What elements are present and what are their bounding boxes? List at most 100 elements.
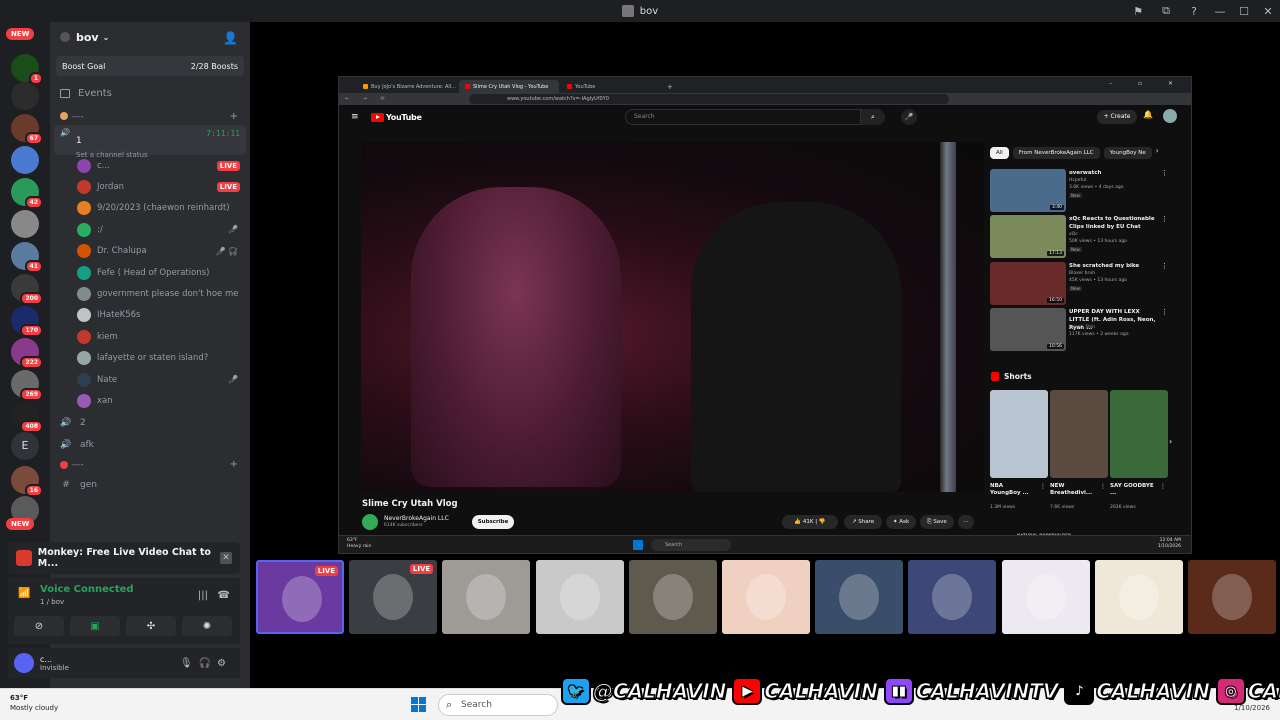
voice-member[interactable]: Nate 🎤̸	[50, 369, 250, 390]
category-header[interactable]: ---- +	[50, 107, 250, 125]
taskbar-search[interactable]: Search	[438, 694, 558, 716]
participant-tile[interactable]	[1001, 560, 1090, 634]
mic-icon[interactable]: 🎙	[180, 658, 199, 669]
more-icon[interactable]: ⋮	[1160, 483, 1166, 490]
voice-member[interactable]: government please don't hoe me	[50, 283, 250, 304]
chip-channel[interactable]: From NeverBrokeAgain LLC	[1012, 147, 1100, 159]
participant-tile[interactable]	[815, 560, 904, 634]
chip-all[interactable]: All	[990, 147, 1009, 159]
voice-member[interactable]: kiem	[50, 326, 250, 347]
voice-member[interactable]: xan	[50, 390, 250, 411]
new-tab-icon[interactable]: +	[667, 83, 673, 91]
voice-member[interactable]: Dr. Chalupa 🎤̸ 🎧̸	[50, 241, 250, 262]
short-thumbnail[interactable]	[1110, 390, 1168, 478]
voice-member[interactable]: lafayette or staten island?	[50, 348, 250, 369]
add-channel-icon[interactable]: +	[230, 111, 238, 122]
screenshare-button[interactable]: ▣	[70, 616, 120, 636]
recommended-video[interactable]: 17:13 xQc Reacts to Questionable Clips li…	[990, 215, 1170, 259]
start-button[interactable]	[411, 697, 426, 712]
more-icon[interactable]: ⋮	[1161, 308, 1168, 316]
headphones-icon[interactable]: 🎧	[199, 658, 217, 669]
tab-youtube[interactable]: YouTube	[561, 80, 661, 93]
channel-name[interactable]: NeverBrokeAgain LLC	[384, 515, 449, 522]
avatar[interactable]	[1163, 109, 1177, 123]
video-thumbnail[interactable]: 17:13	[990, 215, 1066, 258]
youtube-logo[interactable]: YouTube	[371, 112, 422, 122]
search-icon[interactable]: ⌕	[861, 109, 885, 125]
weather-widget[interactable]: 63°F Mostly cloudy	[10, 693, 58, 713]
screen-icon[interactable]: ⧉	[1152, 4, 1180, 18]
server-icon-11[interactable]: 269	[11, 370, 43, 401]
server-icon-7[interactable]: 41	[11, 242, 43, 273]
mic-icon[interactable]: 🎤	[901, 109, 917, 125]
signal-icon[interactable]: 📶	[18, 588, 30, 599]
participant-tile[interactable]	[628, 560, 717, 634]
avatar[interactable]	[14, 653, 34, 673]
maximize-button[interactable]: ☐	[1232, 5, 1256, 18]
more-icon[interactable]: ⋮	[1161, 215, 1168, 223]
help-icon[interactable]: ?	[1180, 5, 1208, 18]
more-icon[interactable]: ⋮	[1161, 169, 1168, 177]
voice-member[interactable]: Fefe ( Head of Operations)	[50, 262, 250, 283]
video-thumbnail[interactable]: 10:56	[990, 308, 1066, 351]
participant-tile[interactable]	[1094, 560, 1183, 634]
more-icon[interactable]: ⋮	[1040, 483, 1046, 490]
close-button[interactable]: ✕	[1256, 5, 1280, 18]
thumbs-down-icon[interactable]: | 👎	[814, 519, 825, 525]
chip-youngboy[interactable]: YoungBoy Ne	[1103, 147, 1152, 159]
voice-member[interactable]: IHateK56s	[50, 305, 250, 326]
gear-icon[interactable]: ⚙	[217, 658, 232, 669]
noise-suppression-icon[interactable]: |||	[198, 590, 208, 601]
voice-member[interactable]: Jordan LIVE	[50, 176, 250, 197]
server-icon-5[interactable]: 42	[11, 178, 43, 209]
channel-avatar[interactable]	[362, 514, 378, 530]
recommended-video[interactable]: 3:40 overwatch Hcpeful 3.6K views • 4 days …	[990, 169, 1170, 213]
participant-tile[interactable]: LIVE	[256, 560, 344, 634]
chevron-right-icon[interactable]: ›	[1169, 437, 1172, 446]
inbox-icon[interactable]: ⚑	[1124, 5, 1152, 18]
minimize-button[interactable]: —	[1208, 5, 1232, 18]
server-icon-4[interactable]	[11, 146, 39, 174]
more-icon[interactable]: ⋮	[1100, 483, 1106, 490]
server-icon-2[interactable]	[11, 82, 39, 110]
participant-tile[interactable]	[442, 560, 531, 634]
voice-member[interactable]: :/ 🎤̸	[50, 219, 250, 240]
disconnect-icon[interactable]: ☎	[218, 590, 230, 601]
like-button[interactable]: 👍 41K | 👎	[782, 515, 838, 529]
search-input[interactable]: Search	[625, 109, 861, 125]
events-link[interactable]: Events	[50, 80, 250, 107]
voice-member[interactable]: c... LIVE	[50, 155, 250, 176]
activities-button[interactable]: ✣	[126, 616, 176, 636]
ask-button[interactable]: ✦ Ask	[886, 515, 916, 529]
browser-window-controls[interactable]: – ▫ ✕	[1109, 80, 1185, 87]
activity-notice[interactable]: Monkey: Free Live Video Chat to M... ✕	[8, 542, 240, 574]
close-icon[interactable]: ✕	[220, 552, 232, 564]
subscribe-button[interactable]: Subscribe	[472, 515, 514, 529]
share-button[interactable]: ↗ Share	[844, 515, 882, 529]
chevron-right-icon[interactable]: ›	[1156, 147, 1159, 161]
add-channel-icon[interactable]: +	[230, 459, 238, 470]
recommended-video[interactable]: 10:56 UPPER DAY WITH LEXX LITTLE (ft. Adi…	[990, 308, 1170, 352]
participant-tile[interactable]	[908, 560, 997, 634]
server-header[interactable]: bov ⌄ 👤	[50, 22, 250, 52]
save-button[interactable]: ⎘ Save	[920, 515, 954, 529]
server-e[interactable]: E	[11, 432, 39, 460]
server-icon-3[interactable]: 67	[11, 114, 43, 145]
video-thumbnail[interactable]: 3:40	[990, 169, 1066, 212]
tab-jojo[interactable]: Buy JoJo's Bizarre Adventure: All...	[357, 80, 457, 93]
nav-icons[interactable]: ← → ⟳	[345, 96, 391, 102]
invite-icon[interactable]: 👤	[223, 31, 238, 45]
short-thumbnail[interactable]	[990, 390, 1048, 478]
more-icon[interactable]: ⋮	[1161, 262, 1168, 270]
soundboard-button[interactable]: ✺	[182, 616, 232, 636]
participant-tile[interactable]	[1188, 560, 1276, 634]
participant-tile[interactable]	[535, 560, 624, 634]
server-havin[interactable]: 1	[11, 54, 43, 85]
url-field[interactable]: www.youtube.com/watch?v=-IAgIyUf0Y0	[469, 94, 949, 104]
create-button[interactable]: + Create	[1097, 110, 1137, 124]
bell-icon[interactable]: 🔔	[1143, 110, 1153, 119]
server-icon-6[interactable]	[11, 210, 39, 238]
category-header-2[interactable]: ---- +	[50, 456, 250, 474]
menu-icon[interactable]: ≡	[351, 112, 359, 122]
short-thumbnail[interactable]	[1050, 390, 1108, 478]
